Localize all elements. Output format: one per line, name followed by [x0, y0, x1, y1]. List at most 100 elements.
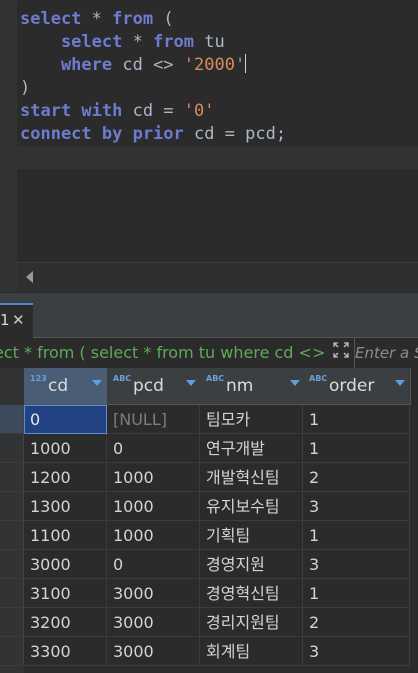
table-cell-cd[interactable]: 3300 [24, 637, 107, 666]
table-cell-pcd[interactable]: 0 [107, 550, 200, 579]
sql-string: '0' [183, 101, 215, 121]
column-menu-arrow-icon[interactable] [186, 380, 196, 386]
row-header[interactable] [0, 521, 24, 550]
sql-keyword: start with [20, 101, 123, 121]
table-cell-pcd[interactable]: 1000 [107, 492, 200, 521]
close-tab-icon[interactable]: ✕ [12, 305, 25, 336]
table-cell-order[interactable]: 2 [303, 608, 410, 637]
table-cell-order[interactable]: 1 [303, 434, 410, 463]
table-cell-pcd[interactable]: [NULL] [107, 405, 200, 434]
table-cell-nm[interactable]: 경리지원팀 [200, 608, 303, 637]
sql-keyword: select [20, 32, 123, 52]
code-line[interactable]: select * from ( [20, 8, 174, 31]
column-header-label: order [329, 376, 375, 396]
row-header[interactable] [0, 405, 24, 434]
table-cell-cd[interactable]: 0 [24, 405, 107, 434]
table-cell-pcd[interactable]: 3000 [107, 608, 200, 637]
code-line[interactable]: start with cd = '0' [20, 100, 215, 123]
table-cell-order[interactable]: 3 [303, 492, 410, 521]
code-line[interactable]: ) [20, 77, 30, 100]
filter-expression-input[interactable]: Enter a SQL expression to filter results [354, 338, 418, 368]
text-type-icon: ABC [206, 374, 225, 383]
table-cell-nm[interactable]: 연구개발 [200, 434, 303, 463]
sql-token: cd = [122, 101, 184, 121]
sql-token: * [122, 32, 154, 52]
table-cell-nm[interactable]: 회계팀 [200, 637, 303, 666]
result-tab-1[interactable]: 1 ✕ [0, 303, 33, 338]
code-line[interactable]: connect by prior cd = pcd; [20, 123, 286, 146]
column-header-label: nm [226, 376, 254, 396]
sql-token: ) [20, 78, 31, 98]
table-cell-nm[interactable]: 기획팀 [200, 521, 303, 550]
sql-string: '2000' [183, 55, 246, 75]
row-header[interactable] [0, 608, 24, 637]
column-header-label: pcd [133, 376, 164, 396]
sql-token: ( [153, 9, 174, 29]
editor-text-area[interactable]: select * from ( select * from tu where c… [17, 0, 418, 262]
numeric-type-icon: 123 [30, 374, 47, 383]
table-cell-cd[interactable]: 1100 [24, 521, 107, 550]
table-cell-nm[interactable]: 유지보수팀 [200, 492, 303, 521]
table-cell-cd[interactable]: 3100 [24, 579, 107, 608]
row-header[interactable] [0, 579, 24, 608]
table-cell-order[interactable]: 1 [303, 579, 410, 608]
table-cell-nm[interactable]: 개발혁신팀 [200, 463, 303, 492]
sql-keyword: from [153, 32, 195, 52]
editor-horizontal-scrollbar[interactable] [17, 262, 418, 293]
column-header-order[interactable]: ABC order [303, 368, 411, 405]
table-cell-pcd[interactable]: 3000 [107, 637, 200, 666]
code-line[interactable]: select * from tu [20, 31, 225, 54]
table-cell-pcd[interactable]: 0 [107, 434, 200, 463]
result-tab-strip: 1 ✕ [0, 300, 418, 338]
table-cell-cd[interactable]: 1300 [24, 492, 107, 521]
table-cell-order[interactable]: 2 [303, 463, 410, 492]
table-cell-nm[interactable]: 경영혁신팀 [200, 579, 303, 608]
sql-keyword: where [20, 55, 113, 75]
row-header[interactable] [0, 637, 24, 666]
row-header[interactable] [0, 492, 24, 521]
text-caret [245, 54, 247, 73]
table-cell-nm[interactable]: 팀모카 [200, 405, 303, 434]
column-menu-arrow-icon[interactable] [290, 380, 300, 386]
text-type-icon: ABC [113, 374, 132, 383]
sql-keyword: from [112, 9, 154, 29]
current-line[interactable] [17, 146, 418, 169]
column-header-nm[interactable]: ABC nm [200, 368, 304, 405]
results-filter-bar: ect * from ( select * from tu where cd <… [0, 338, 418, 369]
text-type-icon: ABC [309, 374, 328, 383]
column-menu-arrow-icon[interactable] [92, 380, 102, 386]
sql-token: cd <> [112, 55, 184, 75]
code-line[interactable]: where cd <> '2000' [20, 54, 247, 77]
table-cell-cd[interactable]: 3200 [24, 608, 107, 637]
table-cell-nm[interactable]: 경영지원 [200, 550, 303, 579]
table-cell-cd[interactable]: 1000 [24, 434, 107, 463]
sql-keyword: select [20, 9, 82, 29]
table-cell-pcd[interactable]: 1000 [107, 463, 200, 492]
sql-token: * [81, 9, 113, 29]
row-header[interactable] [0, 463, 24, 492]
table-cell-pcd[interactable]: 3000 [107, 579, 200, 608]
row-header[interactable] [0, 550, 24, 579]
result-tab-label: 1 [0, 311, 10, 329]
results-grid[interactable]: 123 cd ABC pcd ABC nm ABC order 0 [NULL] 팀모카 1 1000 0… [0, 368, 418, 673]
row-header[interactable] [0, 434, 24, 463]
sql-token: cd = pcd; [183, 124, 287, 144]
sql-token: tu [194, 32, 225, 52]
column-header-cd[interactable]: 123 cd [24, 368, 108, 405]
table-cell-order[interactable]: 3 [303, 550, 410, 579]
column-header-pcd[interactable]: ABC pcd [107, 368, 201, 405]
query-text-display: ect * from ( select * from tu where cd <… [0, 343, 328, 362]
table-cell-cd[interactable]: 3000 [24, 550, 107, 579]
sql-editor[interactable]: select * from ( select * from tu where c… [0, 0, 418, 293]
editor-gutter [0, 0, 17, 292]
column-menu-arrow-icon[interactable] [395, 380, 405, 386]
sql-keyword: connect by prior [20, 124, 184, 144]
expand-icon[interactable] [331, 340, 351, 360]
table-cell-order[interactable]: 1 [303, 521, 410, 550]
table-cell-cd[interactable]: 1200 [24, 463, 107, 492]
table-cell-order[interactable]: 3 [303, 637, 410, 666]
table-cell-pcd[interactable]: 1000 [107, 521, 200, 550]
table-cell-order[interactable]: 1 [303, 405, 410, 434]
column-header-label: cd [48, 376, 69, 396]
scroll-left-arrow-icon[interactable] [26, 271, 33, 283]
